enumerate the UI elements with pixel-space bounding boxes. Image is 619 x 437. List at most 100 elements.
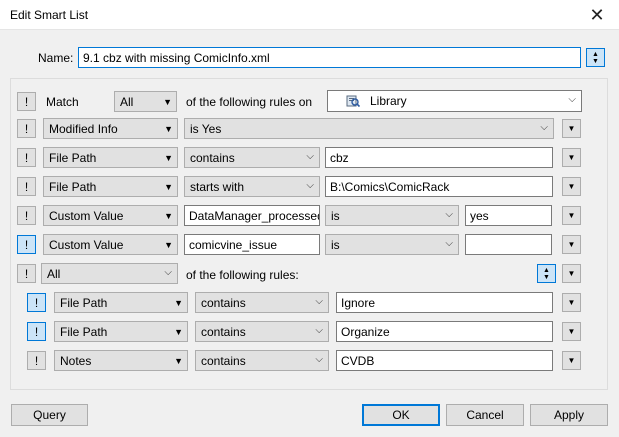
dropdown-icon: ▼ — [163, 97, 172, 107]
group-negate-button[interactable]: ! — [17, 264, 36, 283]
title-bar: Edit Smart List ✕ — [0, 0, 619, 30]
rule-negate-button[interactable]: ! — [27, 293, 46, 312]
rule-menu-button[interactable]: ▼ — [562, 293, 581, 312]
chevron-down-icon: ⌵ — [306, 151, 314, 162]
rule-field-select[interactable]: Custom Value ▼ — [43, 234, 178, 255]
group-mode-value: All — [47, 267, 61, 281]
rule-menu-button[interactable]: ▼ — [562, 206, 581, 225]
rule-menu-button[interactable]: ▼ — [562, 322, 581, 341]
rule-negate-button[interactable]: ! — [17, 206, 36, 225]
rule-field-select[interactable]: File Path ▼ — [54, 321, 188, 342]
source-value: Library — [370, 94, 407, 108]
rule-operator-select[interactable]: is Yes ⌵ — [184, 118, 554, 139]
rule-field-select[interactable]: Custom Value ▼ — [43, 205, 178, 226]
rule-field-select[interactable]: File Path ▼ — [54, 292, 188, 313]
custom-key-input[interactable]: DataManager_processed — [184, 205, 320, 226]
rule-negate-button[interactable]: ! — [17, 148, 36, 167]
match-mode-select[interactable]: All ▼ — [114, 91, 177, 112]
rule-field-select[interactable]: Modified Info ▼ — [43, 118, 178, 139]
rule-operator-value: contains — [201, 325, 246, 339]
rule-field-select[interactable]: Notes ▼ — [54, 350, 188, 371]
rule-operator-select[interactable]: contains ⌵ — [195, 292, 329, 313]
rule-operator-select[interactable]: contains ⌵ — [195, 321, 329, 342]
dropdown-icon: ▼ — [164, 240, 173, 250]
up-arrow-icon: ▲ — [543, 266, 550, 274]
dropdown-icon: ▼ — [174, 327, 183, 337]
rule-field-value: Modified Info — [49, 122, 118, 136]
apply-button[interactable]: Apply — [530, 404, 608, 426]
rule-operator-select[interactable]: starts with ⌵ — [184, 176, 320, 197]
match-mode-value: All — [120, 95, 134, 109]
rule-menu-button[interactable]: ▼ — [562, 148, 581, 167]
name-spin-button[interactable]: ▲ ▼ — [586, 48, 605, 67]
rule-field-select[interactable]: File Path ▼ — [43, 176, 178, 197]
name-label: Name: — [38, 51, 74, 65]
rule-operator-select[interactable]: contains ⌵ — [184, 147, 320, 168]
rule-field-value: Custom Value — [49, 209, 124, 223]
rule-operator-select[interactable]: contains ⌵ — [195, 350, 329, 371]
rule-negate-button[interactable]: ! — [17, 119, 36, 138]
rule-operator-value: contains — [201, 354, 246, 368]
rule-value-input[interactable]: Organize — [336, 321, 553, 342]
rule-menu-button[interactable]: ▼ — [562, 119, 581, 138]
rule-field-value: Custom Value — [49, 238, 124, 252]
query-button[interactable]: Query — [11, 404, 88, 426]
rule-field-value: File Path — [49, 180, 97, 194]
rule-operator-value: contains — [201, 296, 246, 310]
close-icon: ✕ — [589, 4, 605, 25]
chevron-down-icon: ⌵ — [540, 122, 548, 133]
match-negate-button[interactable]: ! — [17, 92, 36, 111]
rule-value-input[interactable]: cbz — [325, 147, 553, 168]
chevron-down-icon: ⌵ — [315, 325, 323, 336]
dropdown-icon: ▼ — [164, 124, 173, 134]
source-select[interactable]: Library ⌵ — [327, 90, 582, 112]
chevron-down-icon: ⌵ — [315, 296, 323, 307]
ok-button[interactable]: OK — [362, 404, 440, 426]
chevron-down-icon: ⌵ — [306, 180, 314, 191]
down-arrow-icon: ▼ — [592, 57, 599, 65]
rule-field-value: Notes — [60, 354, 92, 368]
close-button[interactable]: ✕ — [575, 0, 619, 30]
up-arrow-icon: ▲ — [592, 50, 599, 58]
rules-on-label: of the following rules on — [186, 95, 313, 109]
dropdown-icon: ▼ — [164, 153, 173, 163]
rule-operator-value: is Yes — [190, 122, 222, 136]
rule-negate-button[interactable]: ! — [27, 351, 46, 370]
dropdown-icon: ▼ — [174, 298, 183, 308]
rule-field-select[interactable]: File Path ▼ — [43, 147, 178, 168]
rule-value-input[interactable] — [465, 234, 552, 255]
rule-negate-button[interactable]: ! — [17, 177, 36, 196]
chevron-down-icon: ⌵ — [445, 209, 453, 220]
custom-key-input[interactable]: comicvine_issue — [184, 234, 320, 255]
dropdown-icon: ▼ — [174, 356, 183, 366]
chevron-down-icon: ⌵ — [315, 354, 323, 365]
rule-operator-value: contains — [190, 151, 235, 165]
dropdown-icon: ▼ — [164, 182, 173, 192]
library-search-icon — [346, 95, 360, 108]
rule-operator-select[interactable]: is ⌵ — [325, 205, 459, 226]
group-spin-button[interactable]: ▲ ▼ — [537, 264, 556, 283]
rule-value-input[interactable]: B:\Comics\ComicRack — [325, 176, 553, 197]
rule-menu-button[interactable]: ▼ — [562, 235, 581, 254]
rule-value-input[interactable]: Ignore — [336, 292, 553, 313]
group-menu-button[interactable]: ▼ — [562, 264, 581, 283]
chevron-down-icon: ⌵ — [568, 94, 576, 105]
cancel-button[interactable]: Cancel — [446, 404, 524, 426]
rule-negate-button[interactable]: ! — [17, 235, 36, 254]
rule-operator-select[interactable]: is ⌵ — [325, 234, 459, 255]
rule-operator-value: is — [331, 209, 340, 223]
rule-value-input[interactable]: yes — [465, 205, 552, 226]
rule-value-input[interactable]: CVDB — [336, 350, 553, 371]
rule-operator-value: is — [331, 238, 340, 252]
rule-operator-value: starts with — [190, 180, 245, 194]
rule-negate-button[interactable]: ! — [27, 322, 46, 341]
rule-menu-button[interactable]: ▼ — [562, 351, 581, 370]
group-rules-label: of the following rules: — [186, 268, 299, 282]
rule-menu-button[interactable]: ▼ — [562, 177, 581, 196]
group-mode-select[interactable]: All ⌵ — [41, 263, 178, 284]
rule-field-value: File Path — [60, 325, 108, 339]
match-label: Match — [46, 95, 79, 109]
dropdown-icon: ▼ — [164, 211, 173, 221]
name-input[interactable]: 9.1 cbz with missing ComicInfo.xml — [78, 47, 581, 68]
chevron-down-icon: ⌵ — [445, 238, 453, 249]
